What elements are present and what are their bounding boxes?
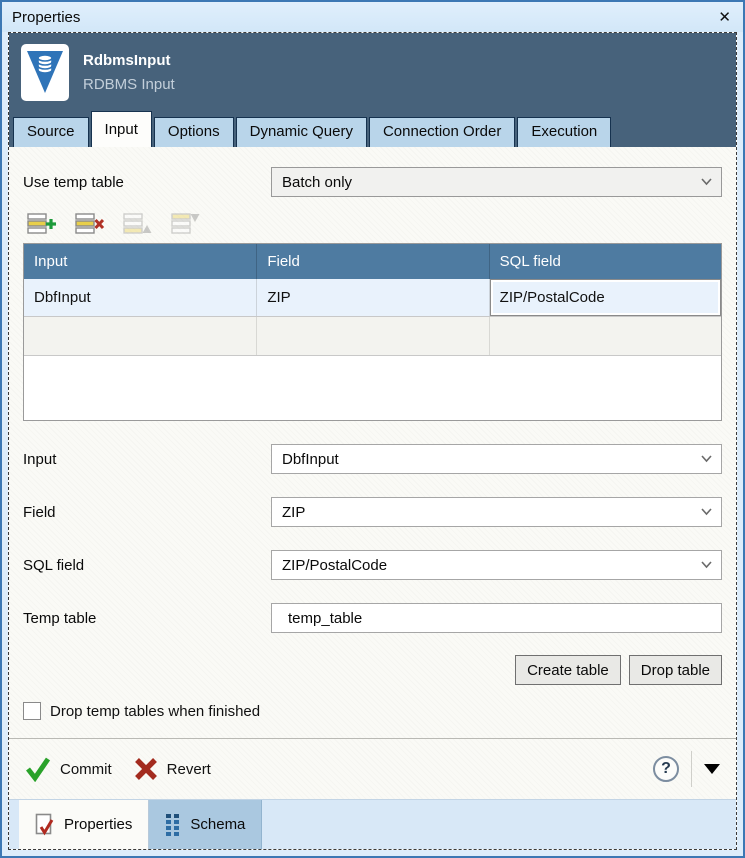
temp-table-label: Temp table [23, 610, 271, 627]
input-dropdown-value: DbfInput [282, 451, 339, 468]
grid-header-sql-field[interactable]: SQL field [489, 244, 721, 279]
bottom-tab-properties-label: Properties [64, 816, 132, 833]
move-row-up-icon [122, 212, 152, 236]
add-row-icon [26, 212, 56, 236]
move-row-down-icon [170, 212, 200, 236]
delete-row-icon [74, 212, 104, 236]
dropdown-caret-icon[interactable] [704, 764, 720, 774]
vertical-separator [691, 751, 692, 787]
tab-connection-order[interactable]: Connection Order [369, 117, 515, 147]
sql-field-dropdown[interactable]: ZIP/PostalCode [271, 550, 722, 580]
field-label: Field [23, 504, 271, 521]
drop-temp-tables-row: Drop temp tables when finished [23, 702, 722, 720]
revert-x-icon [134, 757, 158, 781]
bottom-tab-strip: Properties Schema [9, 799, 736, 849]
commit-bar: Commit Revert ? [9, 738, 736, 799]
chevron-down-icon [701, 508, 712, 516]
funnel-database-icon [25, 48, 65, 96]
commit-check-icon [25, 756, 51, 782]
chevron-down-icon [701, 455, 712, 463]
tab-input[interactable]: Input [91, 111, 152, 147]
drop-table-button[interactable]: Drop table [629, 655, 722, 685]
temp-table-value: temp_table [288, 610, 362, 627]
add-row-button[interactable] [23, 210, 59, 238]
drop-temp-tables-checkbox[interactable] [23, 702, 41, 720]
revert-label: Revert [167, 761, 211, 778]
commit-label: Commit [60, 761, 112, 778]
sql-field-dropdown-value: ZIP/PostalCode [282, 557, 387, 574]
close-icon[interactable]: ✕ [718, 10, 731, 25]
input-dropdown[interactable]: DbfInput [271, 444, 722, 474]
bottom-tab-schema-label: Schema [190, 816, 245, 833]
tab-strip: Source Input Options Dynamic Query Conne… [9, 111, 736, 147]
move-row-down-button[interactable] [167, 210, 203, 238]
window-title: Properties [12, 9, 80, 26]
sql-field-label: SQL field [23, 557, 271, 574]
chevron-down-icon [701, 561, 712, 569]
bottom-tab-schema[interactable]: Schema [149, 800, 262, 849]
temp-table-input[interactable]: temp_table [271, 603, 722, 633]
move-row-up-button[interactable] [119, 210, 155, 238]
grid-empty-cell[interactable] [489, 317, 721, 355]
grid-toolbar [23, 210, 722, 238]
field-mapping-grid: Input Field SQL field DbfInput ZIP ZIP/P… [23, 243, 722, 421]
tab-options[interactable]: Options [154, 117, 234, 147]
properties-check-icon [35, 813, 55, 837]
component-titles: RdbmsInput RDBMS Input [83, 52, 175, 93]
commit-bar-right: ? [653, 751, 720, 787]
schema-grid-icon [165, 813, 181, 837]
grid-empty-row[interactable] [24, 317, 721, 356]
properties-panel: RdbmsInput RDBMS Input Source Input Opti… [8, 32, 737, 850]
help-icon[interactable]: ? [653, 756, 679, 782]
table-buttons: Create table Drop table [23, 655, 722, 685]
use-temp-table-label: Use temp table [23, 174, 271, 191]
grid-empty-cell[interactable] [24, 317, 256, 355]
input-tab-content: Use temp table Batch only [9, 147, 736, 738]
use-temp-table-value: Batch only [282, 174, 352, 191]
component-header: RdbmsInput RDBMS Input [9, 33, 736, 111]
input-label: Input [23, 451, 271, 468]
rdbms-input-icon [21, 44, 69, 101]
grid-filler-area [24, 356, 721, 420]
field-dropdown-value: ZIP [282, 504, 305, 521]
use-temp-table-dropdown[interactable]: Batch only [271, 167, 722, 197]
tab-execution[interactable]: Execution [517, 117, 611, 147]
component-type: RDBMS Input [83, 76, 175, 93]
delete-row-button[interactable] [71, 210, 107, 238]
title-bar: Properties ✕ [2, 2, 743, 32]
grid-cell-input[interactable]: DbfInput [24, 279, 256, 316]
field-dropdown[interactable]: ZIP [271, 497, 722, 527]
grid-header-input[interactable]: Input [24, 244, 256, 279]
tab-source[interactable]: Source [13, 117, 89, 147]
component-name: RdbmsInput [83, 52, 175, 69]
grid-header-row: Input Field SQL field [24, 244, 721, 279]
properties-window: Properties ✕ RdbmsInput RDBMS Input [0, 0, 745, 858]
revert-button[interactable]: Revert [134, 757, 211, 781]
drop-temp-tables-label: Drop temp tables when finished [50, 703, 260, 720]
chevron-down-icon [701, 178, 712, 186]
create-table-button[interactable]: Create table [515, 655, 621, 685]
grid-cell-sql-field[interactable]: ZIP/PostalCode [489, 279, 721, 316]
grid-header-field[interactable]: Field [256, 244, 488, 279]
grid-empty-cell[interactable] [256, 317, 488, 355]
grid-cell-field[interactable]: ZIP [256, 279, 488, 316]
bottom-tab-properties[interactable]: Properties [19, 800, 149, 849]
grid-data-row[interactable]: DbfInput ZIP ZIP/PostalCode [24, 279, 721, 317]
tab-dynamic-query[interactable]: Dynamic Query [236, 117, 367, 147]
commit-button[interactable]: Commit [25, 756, 112, 782]
